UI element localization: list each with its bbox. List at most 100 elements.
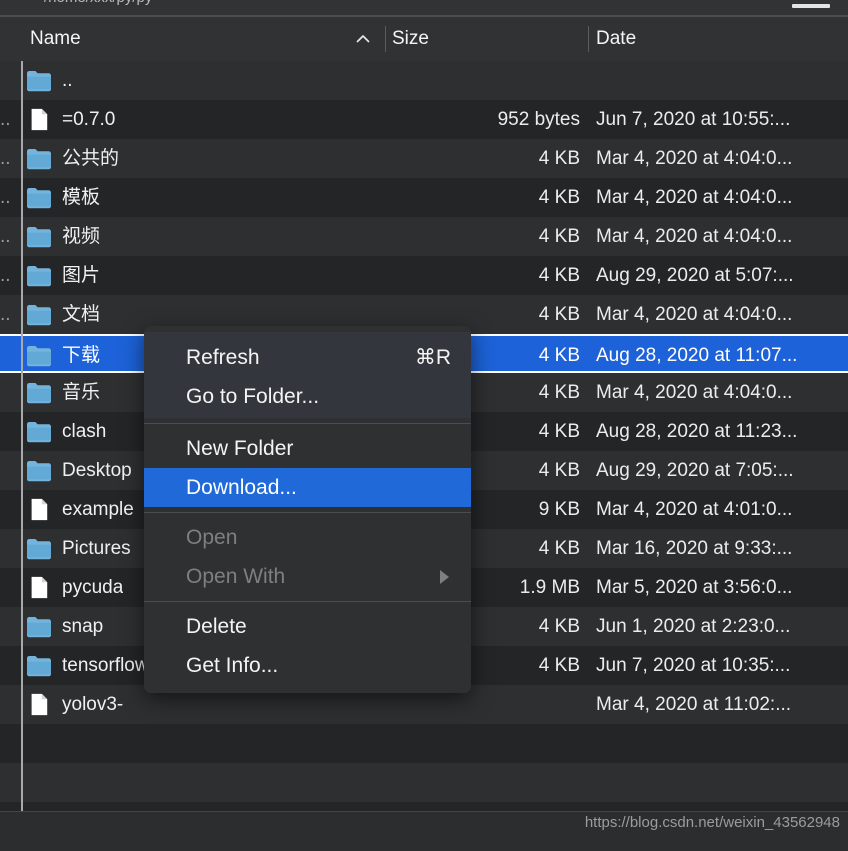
folder-icon	[26, 420, 52, 443]
column-header-date[interactable]: Date	[596, 17, 636, 61]
table-row[interactable]: .. 视频 4 KB Mar 4, 2020 at 4:04:0...	[0, 217, 848, 256]
file-name-cell: 图片	[62, 265, 101, 286]
context-menu-group: Open Open With	[144, 518, 471, 596]
column-header-name[interactable]: Name	[30, 17, 81, 61]
file-name-cell: pycuda	[62, 577, 124, 598]
file-date-cell: Mar 4, 2020 at 4:04:0...	[596, 226, 793, 247]
context-menu-item-new-folder[interactable]: New Folder	[144, 429, 471, 468]
tree-indent-rail	[21, 61, 23, 811]
file-date-cell: Jun 1, 2020 at 2:23:0...	[596, 616, 791, 637]
context-menu-group: New Folder Download...	[144, 429, 471, 507]
row-gutter-ellipsis: ..	[0, 265, 11, 286]
file-date-cell: Aug 28, 2020 at 11:07...	[596, 345, 798, 366]
table-row[interactable]: ..	[0, 61, 848, 100]
context-menu-item-go-to-folder[interactable]: Go to Folder...	[144, 377, 471, 416]
column-header-size[interactable]: Size	[392, 17, 429, 61]
file-date-cell: Mar 4, 2020 at 4:04:0...	[596, 382, 793, 403]
table-row[interactable]	[0, 763, 848, 802]
file-name-cell: snap	[62, 616, 104, 637]
folder-icon	[26, 303, 52, 326]
file-icon	[26, 693, 52, 716]
column-divider-2[interactable]	[588, 26, 589, 52]
folder-icon	[26, 654, 52, 677]
file-size-cell: 4 KB	[538, 226, 580, 247]
file-size-cell: 4 KB	[538, 265, 580, 286]
file-date-cell: Mar 5, 2020 at 3:56:0...	[596, 577, 793, 598]
column-divider-1[interactable]	[385, 26, 386, 52]
folder-icon	[26, 69, 52, 92]
file-browser-window: /home/xxx/py/py Name Size Date .... =0.7.…	[0, 0, 848, 851]
file-name-cell: 下载	[62, 345, 101, 366]
file-name-cell: Pictures	[62, 538, 131, 559]
file-date-cell: Aug 29, 2020 at 5:07:...	[596, 265, 794, 286]
context-menu-item-label: Download...	[186, 476, 297, 499]
context-menu-item-label: New Folder	[186, 437, 294, 460]
folder-icon	[26, 381, 52, 404]
file-date-cell: Mar 4, 2020 at 4:04:0...	[596, 304, 793, 325]
file-icon	[26, 498, 52, 521]
path-text: /home/xxx/py/py	[44, 0, 152, 6]
table-row[interactable]: .. 公共的 4 KB Mar 4, 2020 at 4:04:0...	[0, 139, 848, 178]
file-name-cell: tensorflow	[62, 655, 149, 676]
file-date-cell: Mar 4, 2020 at 4:01:0...	[596, 499, 793, 520]
file-date-cell: Aug 29, 2020 at 7:05:...	[596, 460, 794, 481]
file-date-cell: Mar 4, 2020 at 4:04:0...	[596, 148, 793, 169]
sort-ascending-chevron-icon[interactable]	[355, 31, 371, 47]
context-menu-item-label: Refresh	[186, 346, 260, 369]
context-menu-item-get-info[interactable]: Get Info...	[144, 646, 471, 685]
file-name-cell: yolov3-	[62, 694, 124, 715]
table-row[interactable]	[0, 802, 848, 811]
row-gutter-ellipsis: ..	[0, 304, 11, 325]
row-gutter-ellipsis: ..	[0, 187, 11, 208]
context-menu-item-label: Get Info...	[186, 654, 279, 677]
row-gutter-ellipsis: ..	[0, 148, 11, 169]
file-date-cell: Jun 7, 2020 at 10:35:...	[596, 655, 791, 676]
file-size-cell: 952 bytes	[497, 109, 580, 130]
context-menu-separator	[144, 601, 471, 602]
context-menu-item-label: Delete	[186, 615, 247, 638]
folder-icon	[26, 615, 52, 638]
file-date-cell: Mar 4, 2020 at 11:02:...	[596, 694, 792, 715]
context-menu-item-refresh[interactable]: Refresh ⌘R	[144, 338, 471, 377]
minimize-button[interactable]	[792, 4, 830, 8]
file-name-cell: clash	[62, 421, 107, 442]
table-row[interactable]	[0, 724, 848, 763]
file-name-cell: 视频	[62, 226, 101, 247]
file-name-cell: ..	[62, 70, 73, 91]
table-row[interactable]: .. 模板 4 KB Mar 4, 2020 at 4:04:0...	[0, 178, 848, 217]
file-size-cell: 4 KB	[538, 148, 580, 169]
file-date-cell: Mar 16, 2020 at 9:33:...	[596, 538, 793, 559]
table-row[interactable]: .. 图片 4 KB Aug 29, 2020 at 5:07:...	[0, 256, 848, 295]
file-date-cell: Mar 4, 2020 at 4:04:0...	[596, 187, 793, 208]
folder-icon	[26, 537, 52, 560]
context-menu-item-delete[interactable]: Delete	[144, 607, 471, 646]
folder-icon	[26, 186, 52, 209]
context-menu[interactable]: Refresh ⌘R Go to Folder... New Folder Downlo…	[144, 326, 471, 693]
file-size-cell: 4 KB	[538, 187, 580, 208]
context-menu-group: Refresh ⌘R Go to Folder...	[144, 332, 471, 418]
context-menu-item-open: Open	[144, 518, 471, 557]
context-menu-group: Delete Get Info...	[144, 607, 471, 685]
folder-icon	[26, 459, 52, 482]
submenu-arrow-icon	[440, 570, 449, 584]
file-icon	[26, 108, 52, 131]
folder-icon	[26, 264, 52, 287]
file-name-cell: 模板	[62, 187, 101, 208]
row-gutter-ellipsis: ..	[0, 226, 11, 247]
file-name-cell: Desktop	[62, 460, 132, 481]
file-name-cell: 文档	[62, 304, 101, 325]
context-menu-separator	[144, 423, 471, 424]
window-path-bar: /home/xxx/py/py	[0, 0, 848, 15]
folder-icon	[26, 225, 52, 248]
table-row[interactable]: .. =0.7.0 952 bytes Jun 7, 2020 at 10:55:..…	[0, 100, 848, 139]
context-menu-item-download[interactable]: Download...	[144, 468, 471, 507]
row-gutter-ellipsis: ..	[0, 109, 11, 130]
file-name-cell: example	[62, 499, 134, 520]
file-date-cell: Jun 7, 2020 at 10:55:...	[596, 109, 791, 130]
context-menu-item-label: Open With	[186, 565, 286, 588]
watermark-text: https://blog.csdn.net/weixin_43562948	[584, 814, 840, 831]
context-menu-separator	[144, 512, 471, 513]
context-menu-item-label: Open	[186, 526, 238, 549]
column-header-bar: Name Size Date	[0, 17, 848, 62]
file-name-cell: =0.7.0	[62, 109, 116, 130]
